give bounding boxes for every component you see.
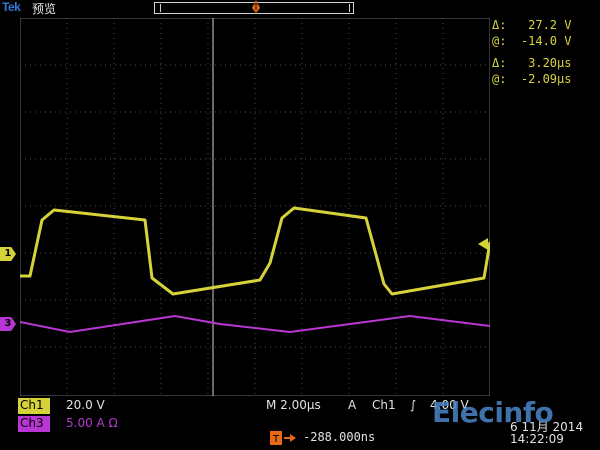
at-t-readout: @: -2.09µs bbox=[492, 72, 572, 86]
timebase-readout: M 2.00µs bbox=[266, 398, 321, 412]
top-status-bar: Tek 预览 T bbox=[0, 0, 600, 18]
horizontal-offset: -288.000ns bbox=[303, 430, 376, 444]
time-readout: 14:22:09 bbox=[510, 432, 564, 446]
watermark-logo: Elecinfo bbox=[432, 396, 554, 429]
ch3-scale: 5.00 A Ω bbox=[66, 416, 118, 430]
offset-trigger-label: T bbox=[272, 434, 280, 445]
brand-logo: Tek bbox=[2, 0, 21, 14]
ch1-scale: 20.0 V bbox=[66, 398, 105, 412]
delta-t-readout: Δ: 3.20µs bbox=[492, 56, 572, 70]
ch3-label: Ch3 bbox=[18, 416, 50, 432]
trigger-top-label: T bbox=[252, 3, 259, 13]
ch1-level-marker: 1 bbox=[0, 247, 16, 261]
ch1-label: Ch1 bbox=[18, 398, 50, 414]
cursor-readouts: Δ: 27.2 V @: -14.0 V Δ: 3.20µs @: -2.09µ… bbox=[492, 18, 600, 88]
trigger-level-marker bbox=[478, 238, 488, 250]
trigger-mode: A bbox=[348, 398, 357, 412]
trigger-marker-top: T bbox=[252, 0, 260, 13]
delta-v-readout: Δ: 27.2 V bbox=[492, 18, 572, 32]
acquisition-mode: 预览 bbox=[32, 2, 57, 16]
trigger-channel: Ch1 bbox=[372, 398, 396, 412]
trigger-slope-icon: ∫ bbox=[410, 398, 417, 412]
waveform-grid bbox=[20, 18, 490, 396]
horizontal-offset-icon: T bbox=[270, 431, 296, 445]
ch3-level-marker: 3 bbox=[0, 317, 16, 331]
at-v-readout: @: -14.0 V bbox=[492, 34, 572, 48]
